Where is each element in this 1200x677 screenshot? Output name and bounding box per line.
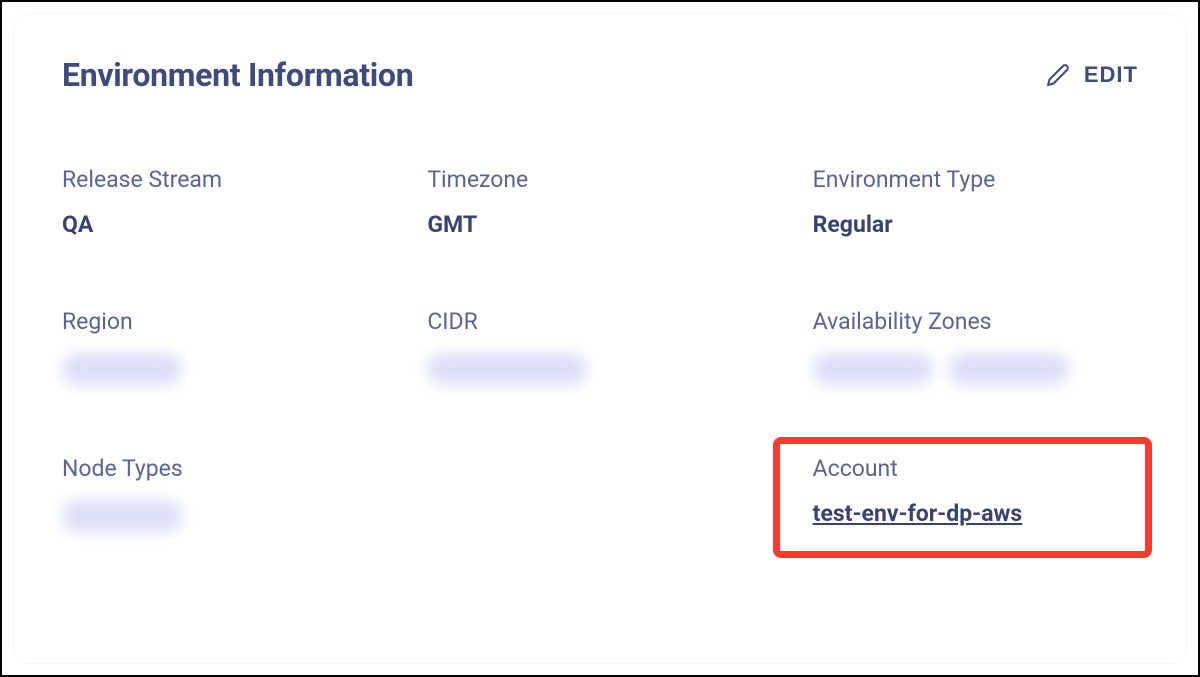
field-value: Regular <box>813 211 1138 238</box>
redacted-value <box>427 353 587 385</box>
field-empty-spacer <box>427 455 772 532</box>
pencil-icon <box>1046 63 1070 87</box>
redacted-value <box>813 353 933 385</box>
card-title: Environment Information <box>62 56 413 94</box>
field-label: Region <box>62 308 407 335</box>
field-label: Node Types <box>62 455 407 482</box>
field-account: Account test-env-for-dp-aws <box>793 455 1138 532</box>
field-value: QA <box>62 211 407 238</box>
field-label: Timezone <box>427 166 772 193</box>
field-availability-zones: Availability Zones <box>793 308 1138 385</box>
field-timezone: Timezone GMT <box>427 166 772 238</box>
redacted-values-row <box>813 353 1138 385</box>
environment-info-card: Environment Information EDIT Release Str… <box>14 14 1186 663</box>
field-label: Account <box>813 455 1138 482</box>
field-environment-type: Environment Type Regular <box>793 166 1138 238</box>
field-release-stream: Release Stream QA <box>62 166 407 238</box>
field-label: CIDR <box>427 308 772 335</box>
field-label: Environment Type <box>813 166 1138 193</box>
field-cidr: CIDR <box>427 308 772 385</box>
field-label: Availability Zones <box>813 308 1138 335</box>
redacted-value <box>949 353 1069 385</box>
field-node-types: Node Types <box>62 455 407 532</box>
edit-button[interactable]: EDIT <box>1046 62 1138 88</box>
edit-button-label: EDIT <box>1084 62 1138 88</box>
redacted-value <box>62 353 182 385</box>
card-header: Environment Information EDIT <box>62 56 1138 94</box>
redacted-value <box>62 500 182 532</box>
field-label: Release Stream <box>62 166 407 193</box>
field-region: Region <box>62 308 407 385</box>
field-value: GMT <box>427 211 772 238</box>
account-link[interactable]: test-env-for-dp-aws <box>813 500 1138 527</box>
fields-grid: Release Stream QA Timezone GMT Environme… <box>62 166 1138 532</box>
